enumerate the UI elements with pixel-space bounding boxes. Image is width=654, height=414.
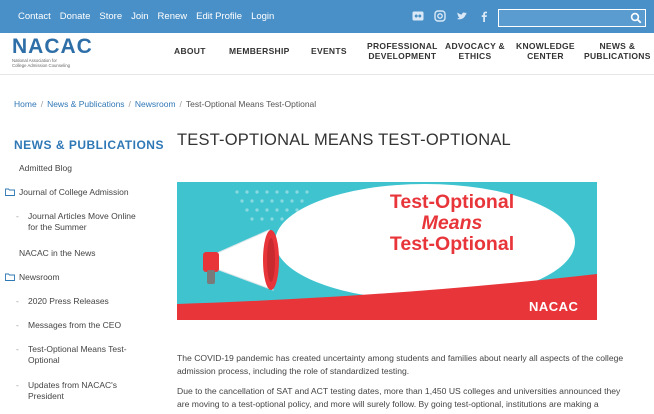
sidebar-item-newsroom[interactable]: Newsroom — [5, 272, 60, 283]
breadcrumb-news[interactable]: News & Publications — [47, 99, 124, 109]
nav-professional-development[interactable]: PROFESSIONAL DEVELOPMENT — [367, 41, 438, 61]
social-links — [412, 10, 490, 22]
sidebar-item-ceo-messages[interactable]: - Messages from the CEO — [16, 320, 121, 331]
hero-nacac-logo: NACAC — [529, 299, 579, 314]
top-utility-bar: Contact Donate Store Join Renew Edit Pro… — [0, 0, 654, 33]
sidebar-item-journal-articles[interactable]: - Journal Articles Move Online for the Su… — [16, 211, 136, 233]
page-title: TEST-OPTIONAL MEANS TEST-OPTIONAL — [177, 131, 511, 149]
donate-link[interactable]: Donate — [60, 11, 91, 22]
contact-link[interactable]: Contact — [18, 11, 51, 22]
sidebar-item-admitted-blog[interactable]: Admitted Blog — [19, 163, 72, 174]
login-link[interactable]: Login — [251, 11, 274, 22]
sidebar-item-nacac-in-news[interactable]: NACAC in the News — [19, 248, 96, 259]
sidebar-item-journal[interactable]: Journal of College Admission — [5, 187, 129, 198]
breadcrumb-home[interactable]: Home — [14, 99, 37, 109]
list-dash: - — [16, 344, 19, 354]
list-dash: - — [16, 296, 19, 306]
breadcrumb: Home / News & Publications / Newsroom / Test-O… — [14, 99, 316, 109]
breadcrumb-newsroom[interactable]: Newsroom — [135, 99, 176, 109]
utility-links: Contact Donate Store Join Renew Edit Pro… — [18, 11, 283, 22]
search-icon[interactable] — [630, 12, 642, 24]
list-dash: - — [16, 380, 19, 390]
nav-about[interactable]: ABOUT — [174, 46, 206, 57]
main-nav: ABOUT MEMBERSHIP EVENTS PROFESSIONAL DEVE… — [0, 41, 654, 71]
site-header: NACAC National Association for College A… — [0, 33, 654, 75]
instagram-icon[interactable] — [434, 10, 446, 22]
renew-link[interactable]: Renew — [158, 11, 188, 22]
breadcrumb-current: Test-Optional Means Test-Optional — [185, 99, 317, 109]
hero-line-1: Test-Optional — [389, 191, 515, 213]
flickr-icon[interactable] — [412, 10, 424, 22]
list-dash: - — [16, 320, 19, 330]
twitter-icon[interactable] — [456, 10, 468, 22]
hero-line-3: Test-Optional — [389, 233, 515, 255]
sidebar-item-president-updates[interactable]: - Updates from NACAC's President — [16, 380, 117, 402]
nav-news-publications[interactable]: NEWS & PUBLICATIONS — [584, 41, 651, 61]
sidebar-item-test-optional[interactable]: - Test-Optional Means Test- Optional — [16, 344, 127, 366]
search-input[interactable] — [498, 9, 646, 27]
nav-advocacy-ethics[interactable]: ADVOCACY & ETHICS — [445, 41, 505, 61]
sidebar-title: NEWS & PUBLICATIONS — [14, 138, 164, 152]
hero-banner: Test-Optional Means Test-Optional NACAC — [177, 182, 597, 320]
breadcrumb-separator: / — [179, 99, 182, 109]
breadcrumb-separator: / — [40, 99, 44, 109]
sidebar-item-press-releases[interactable]: -2020 Press Releases — [16, 296, 109, 307]
edit-profile-link[interactable]: Edit Profile — [196, 11, 242, 22]
store-link[interactable]: Store — [99, 11, 122, 22]
nav-membership[interactable]: MEMBERSHIP — [229, 46, 290, 57]
nav-events[interactable]: EVENTS — [311, 46, 347, 57]
nav-knowledge-center[interactable]: KNOWLEDGE CENTER — [516, 41, 575, 61]
list-dash: - — [16, 211, 19, 221]
join-link[interactable]: Join — [131, 11, 148, 22]
breadcrumb-separator: / — [128, 99, 131, 109]
facebook-icon[interactable] — [478, 10, 490, 22]
body-paragraph-1: The COVID-19 pandemic has created uncert… — [177, 353, 624, 376]
hero-line-2: Means — [421, 212, 483, 234]
body-paragraph-2: Due to the cancellation of SAT and ACT t… — [177, 386, 621, 409]
folder-icon — [5, 273, 15, 281]
folder-icon — [5, 188, 15, 196]
